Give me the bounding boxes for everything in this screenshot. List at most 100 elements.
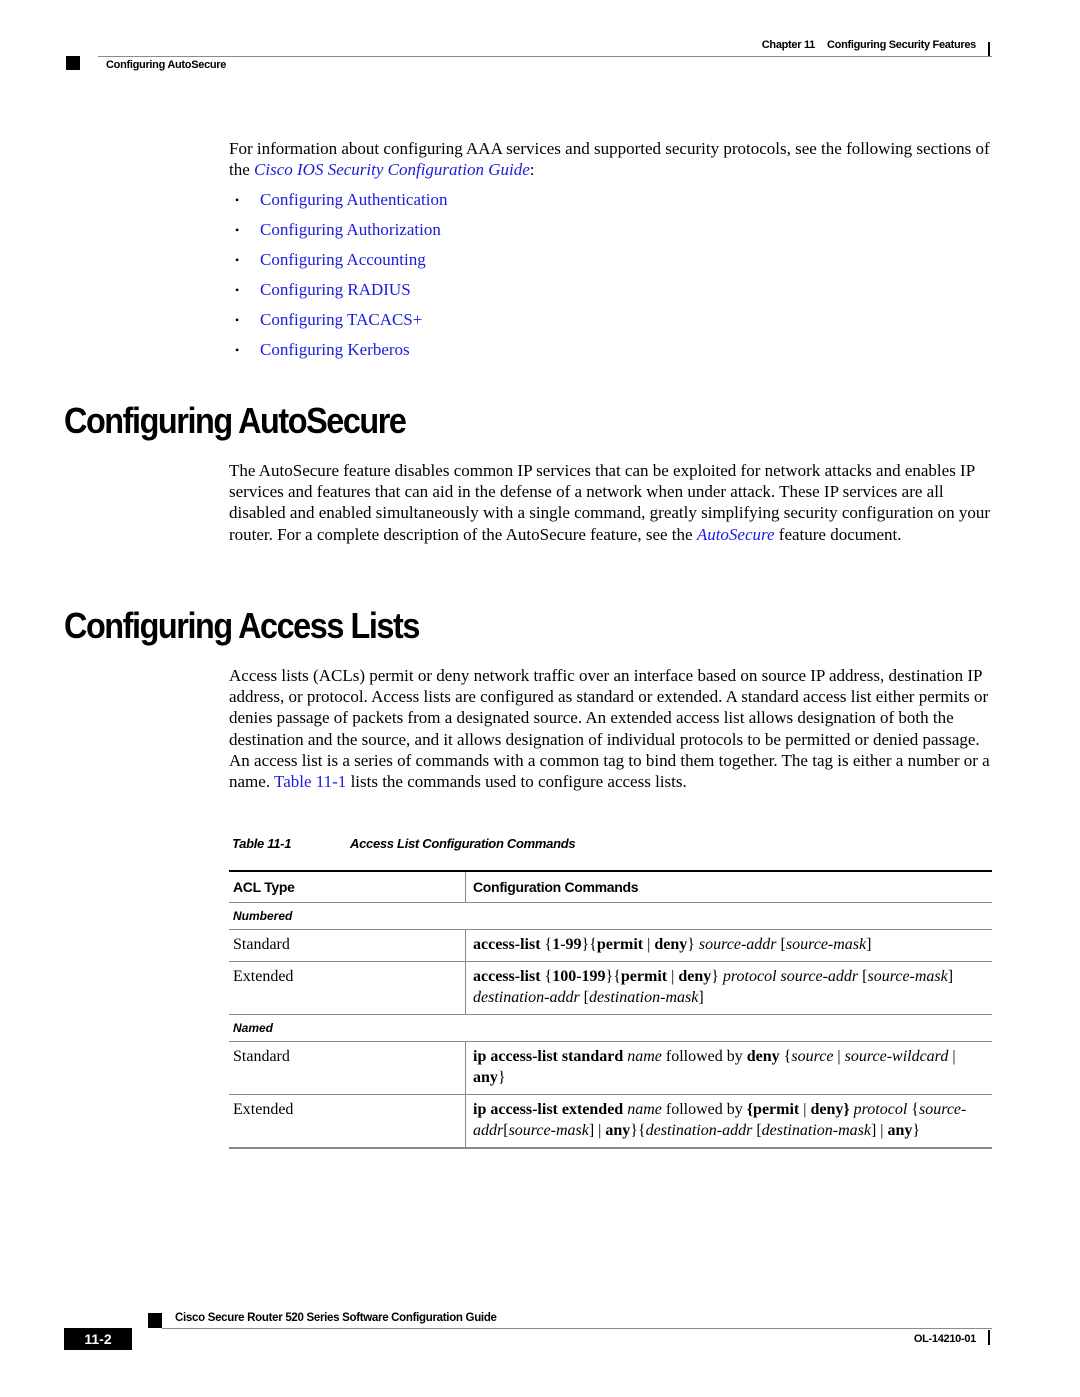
list-item: • Configuring Authentication — [229, 189, 447, 219]
bullet-icon: • — [235, 223, 240, 237]
command-argument: protocol — [853, 1101, 908, 1118]
command-syntax: [ — [776, 936, 786, 953]
column-header-acl-type: ACL Type — [229, 870, 466, 903]
command-syntax: ] — [866, 936, 872, 953]
autosecure-paragraph: The AutoSecure feature disables common I… — [229, 460, 994, 545]
security-guide-link[interactable]: Cisco IOS Security Configuration Guide — [254, 160, 530, 179]
header-rule — [98, 56, 992, 57]
link-configuring-tacacs[interactable]: Configuring TACACS+ — [260, 309, 422, 339]
command-keyword: 100-199 — [552, 968, 606, 985]
command-syntax: { — [540, 936, 553, 953]
command-argument: source-mask — [508, 1122, 589, 1139]
command-keyword: any — [473, 1069, 498, 1086]
group-label-numbered: Numbered — [229, 902, 992, 930]
autosecure-link[interactable]: AutoSecure — [697, 525, 775, 544]
table-row: Standard access-list {1-99}{permit | den… — [229, 929, 992, 962]
command-syntax: ] — [947, 968, 954, 985]
command-argument: source-addr — [698, 936, 777, 953]
table-caption: Table 11-1 Access List Configuration Com… — [232, 836, 576, 851]
list-item: • Configuring Kerberos — [229, 339, 447, 369]
command-syntax: } — [912, 1122, 921, 1139]
aaa-links-list: • Configuring Authentication • Configuring… — [229, 189, 447, 369]
command-argument: source-mask — [785, 936, 867, 953]
access-list-commands-table: ACL Type Configuration Commands Numbered… — [229, 870, 992, 1149]
footer-bar-mark — [988, 1330, 990, 1345]
command-syntax: | — [833, 1048, 845, 1065]
command-syntax: followed by — [661, 1101, 747, 1118]
command-argument: source-mask — [867, 968, 948, 985]
link-configuring-authentication[interactable]: Configuring Authentication — [260, 189, 447, 219]
command-syntax: }{ — [581, 936, 597, 953]
table-row: Extended access-list {100-199}{permit | … — [229, 961, 992, 1015]
command-cell: access-list {1-99}{permit | deny} source… — [465, 929, 992, 962]
table-number: Table 11-1 — [232, 836, 292, 851]
command-keyword: permit — [620, 968, 668, 985]
command-syntax: ] | — [870, 1122, 888, 1139]
command-argument: destination-mask — [761, 1122, 871, 1139]
table-group-row: Numbered — [229, 902, 992, 930]
link-configuring-kerberos[interactable]: Configuring Kerberos — [260, 339, 410, 369]
command-cell: access-list {100-199}{permit | deny} pro… — [465, 961, 992, 1015]
table-11-1-link[interactable]: Table 11-1 — [274, 772, 346, 791]
command-syntax: | — [799, 1101, 811, 1118]
command-syntax: }{ — [605, 968, 621, 985]
command-keyword: any — [887, 1122, 913, 1139]
command-syntax: } — [497, 1069, 506, 1086]
table-row: Standard ip access-list standard name fo… — [229, 1041, 992, 1095]
acl-type-cell: Standard — [229, 929, 466, 962]
list-item: • Configuring Accounting — [229, 249, 447, 279]
list-item: • Configuring RADIUS — [229, 279, 447, 309]
intro-text-end: : — [529, 160, 535, 180]
command-syntax: { — [907, 1101, 919, 1118]
table-row: Extended ip access-list extended name fo… — [229, 1094, 992, 1149]
heading-configuring-access-lists: Configuring Access Lists — [64, 605, 420, 646]
command-argument: protocol source-addr — [722, 968, 859, 985]
header-square-mark — [66, 56, 80, 70]
acl-type-cell: Standard — [229, 1041, 466, 1095]
doc-number: OL-14210-01 — [913, 1333, 976, 1345]
command-keyword: ip access-list extended — [473, 1101, 624, 1118]
command-syntax: } — [687, 936, 699, 953]
command-syntax: | — [643, 936, 655, 953]
command-keyword: deny — [746, 1048, 780, 1065]
command-keyword: 1-99 — [552, 936, 582, 953]
footer-square-mark — [148, 1313, 162, 1328]
command-syntax: [ — [579, 989, 589, 1006]
column-header-configuration-commands: Configuration Commands — [465, 870, 992, 903]
command-syntax: [ — [752, 1122, 762, 1139]
command-argument: source — [791, 1048, 834, 1065]
table-header-row: ACL Type Configuration Commands — [229, 870, 992, 903]
command-keyword: any — [605, 1122, 631, 1139]
footer-guide-title: Cisco Secure Router 520 Series Software … — [175, 1312, 497, 1324]
command-keyword: deny} — [810, 1101, 850, 1118]
bullet-icon: • — [235, 193, 240, 207]
bullet-icon: • — [235, 343, 240, 357]
command-argument: destination-addr — [645, 1122, 753, 1139]
command-syntax: { — [540, 968, 553, 985]
running-header-chapter: Chapter 11 Configuring Security Features — [762, 39, 977, 51]
acl-type-cell: Extended — [229, 961, 466, 1015]
command-keyword: ip access-list standard — [473, 1048, 624, 1065]
autosecure-text-end: feature document. — [774, 524, 902, 544]
intro-paragraph: For information about configuring AAA se… — [229, 138, 994, 180]
command-keyword: access-list — [473, 936, 541, 953]
command-syntax: followed by — [661, 1048, 747, 1065]
group-label-named: Named — [229, 1014, 992, 1042]
bullet-icon: • — [235, 253, 240, 267]
command-syntax: } — [711, 968, 723, 985]
command-keyword: permit — [596, 936, 644, 953]
heading-configuring-autosecure: Configuring AutoSecure — [64, 400, 407, 441]
command-syntax: { — [779, 1048, 792, 1065]
list-item: • Configuring Authorization — [229, 219, 447, 249]
access-lists-paragraph: Access lists (ACLs) permit or deny netwo… — [229, 665, 994, 792]
command-argument: destination-addr — [473, 989, 580, 1006]
running-header-section: Configuring AutoSecure — [106, 59, 227, 71]
link-configuring-accounting[interactable]: Configuring Accounting — [260, 249, 426, 279]
command-keyword: deny — [678, 968, 712, 985]
command-syntax: | — [948, 1048, 956, 1065]
command-argument: name — [627, 1101, 662, 1118]
link-configuring-radius[interactable]: Configuring RADIUS — [260, 279, 411, 309]
link-configuring-authorization[interactable]: Configuring Authorization — [260, 219, 441, 249]
command-argument: source-wildcard — [844, 1048, 949, 1065]
command-argument: destination-mask — [589, 989, 699, 1006]
